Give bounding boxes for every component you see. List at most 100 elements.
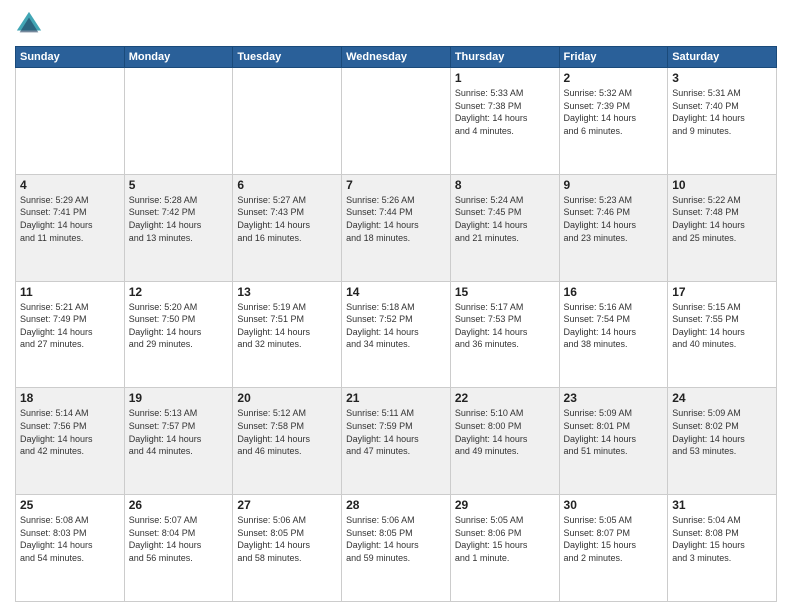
day-number: 7 <box>346 178 446 192</box>
calendar-cell: 11 Sunrise: 5:21 AM Sunset: 7:49 PM Dayli… <box>16 281 125 388</box>
day-info: Sunrise: 5:27 AM Sunset: 7:43 PM Dayligh… <box>237 194 337 244</box>
calendar-week-1: 1 Sunrise: 5:33 AM Sunset: 7:38 PM Daylig… <box>16 68 777 175</box>
calendar-cell: 20Sunrise: 5:12 AM Sunset: 7:58 PM Dayli… <box>233 388 342 495</box>
day-info: Sunrise: 5:07 AM Sunset: 8:04 PM Dayligh… <box>129 514 229 564</box>
day-info: Sunrise: 5:23 AM Sunset: 7:46 PM Dayligh… <box>564 194 664 244</box>
calendar-cell <box>124 68 233 175</box>
day-info: Sunrise: 5:20 AM Sunset: 7:50 PM Dayligh… <box>129 301 229 351</box>
calendar-week-3: 11 Sunrise: 5:21 AM Sunset: 7:49 PM Dayli… <box>16 281 777 388</box>
day-info: Sunrise: 5:12 AM Sunset: 7:58 PM Dayligh… <box>237 407 337 457</box>
calendar-header-row: SundayMondayTuesdayWednesdayThursdayFrid… <box>16 47 777 68</box>
day-number: 10 <box>672 178 772 192</box>
calendar-cell: 7 Sunrise: 5:26 AM Sunset: 7:44 PM Daylig… <box>342 174 451 281</box>
calendar-cell: 3Sunrise: 5:31 AM Sunset: 7:40 PM Daylig… <box>668 68 777 175</box>
day-number: 21 <box>346 391 446 405</box>
day-info: Sunrise: 5:13 AM Sunset: 7:57 PM Dayligh… <box>129 407 229 457</box>
day-number: 19 <box>129 391 229 405</box>
calendar-week-5: 25 Sunrise: 5:08 AM Sunset: 8:03 PM Dayli… <box>16 495 777 602</box>
day-info: Sunrise: 5:14 AM Sunset: 7:56 PM Dayligh… <box>20 407 120 457</box>
day-number: 11 <box>20 285 120 299</box>
logo <box>15 10 47 38</box>
calendar-cell: 17 Sunrise: 5:15 AM Sunset: 7:55 PM Dayli… <box>668 281 777 388</box>
day-info: Sunrise: 5:09 AM Sunset: 8:02 PM Dayligh… <box>672 407 772 457</box>
day-info: Sunrise: 5:28 AM Sunset: 7:42 PM Dayligh… <box>129 194 229 244</box>
day-info: Sunrise: 5:26 AM Sunset: 7:44 PM Dayligh… <box>346 194 446 244</box>
calendar-cell <box>233 68 342 175</box>
calendar-cell: 10 Sunrise: 5:22 AM Sunset: 7:48 PM Dayli… <box>668 174 777 281</box>
calendar-cell: 2 Sunrise: 5:32 AM Sunset: 7:39 PM Daylig… <box>559 68 668 175</box>
calendar-header-monday: Monday <box>124 47 233 68</box>
day-number: 6 <box>237 178 337 192</box>
day-number: 12 <box>129 285 229 299</box>
calendar-cell: 31 Sunrise: 5:04 AM Sunset: 8:08 PM Dayli… <box>668 495 777 602</box>
day-number: 23 <box>564 391 664 405</box>
header <box>15 10 777 38</box>
calendar-cell: 24 Sunrise: 5:09 AM Sunset: 8:02 PM Dayli… <box>668 388 777 495</box>
calendar-cell: 13 Sunrise: 5:19 AM Sunset: 7:51 PM Dayli… <box>233 281 342 388</box>
day-number: 31 <box>672 498 772 512</box>
day-info: Sunrise: 5:06 AM Sunset: 8:05 PM Dayligh… <box>346 514 446 564</box>
day-number: 28 <box>346 498 446 512</box>
calendar-cell: 23 Sunrise: 5:09 AM Sunset: 8:01 PM Dayli… <box>559 388 668 495</box>
calendar-header-thursday: Thursday <box>450 47 559 68</box>
day-number: 13 <box>237 285 337 299</box>
day-number: 15 <box>455 285 555 299</box>
day-info: Sunrise: 5:15 AM Sunset: 7:55 PM Dayligh… <box>672 301 772 351</box>
day-number: 22 <box>455 391 555 405</box>
day-info: Sunrise: 5:11 AM Sunset: 7:59 PM Dayligh… <box>346 407 446 457</box>
calendar-cell: 27Sunrise: 5:06 AM Sunset: 8:05 PM Dayli… <box>233 495 342 602</box>
day-info: Sunrise: 5:33 AM Sunset: 7:38 PM Dayligh… <box>455 87 555 137</box>
calendar-cell: 5 Sunrise: 5:28 AM Sunset: 7:42 PM Daylig… <box>124 174 233 281</box>
day-number: 30 <box>564 498 664 512</box>
day-number: 18 <box>20 391 120 405</box>
day-number: 2 <box>564 71 664 85</box>
day-number: 4 <box>20 178 120 192</box>
day-info: Sunrise: 5:32 AM Sunset: 7:39 PM Dayligh… <box>564 87 664 137</box>
day-info: Sunrise: 5:31 AM Sunset: 7:40 PM Dayligh… <box>672 87 772 137</box>
day-number: 8 <box>455 178 555 192</box>
day-info: Sunrise: 5:29 AM Sunset: 7:41 PM Dayligh… <box>20 194 120 244</box>
day-number: 1 <box>455 71 555 85</box>
day-info: Sunrise: 5:09 AM Sunset: 8:01 PM Dayligh… <box>564 407 664 457</box>
day-number: 5 <box>129 178 229 192</box>
day-info: Sunrise: 5:05 AM Sunset: 8:06 PM Dayligh… <box>455 514 555 564</box>
day-number: 17 <box>672 285 772 299</box>
calendar-cell: 25 Sunrise: 5:08 AM Sunset: 8:03 PM Dayli… <box>16 495 125 602</box>
day-info: Sunrise: 5:22 AM Sunset: 7:48 PM Dayligh… <box>672 194 772 244</box>
calendar-cell: 15 Sunrise: 5:17 AM Sunset: 7:53 PM Dayli… <box>450 281 559 388</box>
calendar-cell: 9 Sunrise: 5:23 AM Sunset: 7:46 PM Daylig… <box>559 174 668 281</box>
calendar-cell: 1 Sunrise: 5:33 AM Sunset: 7:38 PM Daylig… <box>450 68 559 175</box>
day-number: 24 <box>672 391 772 405</box>
day-number: 25 <box>20 498 120 512</box>
day-info: Sunrise: 5:21 AM Sunset: 7:49 PM Dayligh… <box>20 301 120 351</box>
day-info: Sunrise: 5:24 AM Sunset: 7:45 PM Dayligh… <box>455 194 555 244</box>
calendar-cell: 30 Sunrise: 5:05 AM Sunset: 8:07 PM Dayli… <box>559 495 668 602</box>
calendar-header-wednesday: Wednesday <box>342 47 451 68</box>
calendar-cell: 4 Sunrise: 5:29 AM Sunset: 7:41 PM Daylig… <box>16 174 125 281</box>
calendar-cell: 28 Sunrise: 5:06 AM Sunset: 8:05 PM Dayli… <box>342 495 451 602</box>
calendar-cell: 8 Sunrise: 5:24 AM Sunset: 7:45 PM Daylig… <box>450 174 559 281</box>
day-number: 9 <box>564 178 664 192</box>
day-info: Sunrise: 5:19 AM Sunset: 7:51 PM Dayligh… <box>237 301 337 351</box>
day-info: Sunrise: 5:18 AM Sunset: 7:52 PM Dayligh… <box>346 301 446 351</box>
logo-icon <box>15 10 43 38</box>
calendar-header-tuesday: Tuesday <box>233 47 342 68</box>
calendar-week-4: 18 Sunrise: 5:14 AM Sunset: 7:56 PM Dayli… <box>16 388 777 495</box>
day-info: Sunrise: 5:04 AM Sunset: 8:08 PM Dayligh… <box>672 514 772 564</box>
day-number: 26 <box>129 498 229 512</box>
day-info: Sunrise: 5:16 AM Sunset: 7:54 PM Dayligh… <box>564 301 664 351</box>
calendar-week-2: 4 Sunrise: 5:29 AM Sunset: 7:41 PM Daylig… <box>16 174 777 281</box>
calendar-header-friday: Friday <box>559 47 668 68</box>
day-info: Sunrise: 5:17 AM Sunset: 7:53 PM Dayligh… <box>455 301 555 351</box>
calendar-table: SundayMondayTuesdayWednesdayThursdayFrid… <box>15 46 777 602</box>
day-info: Sunrise: 5:08 AM Sunset: 8:03 PM Dayligh… <box>20 514 120 564</box>
day-info: Sunrise: 5:06 AM Sunset: 8:05 PM Dayligh… <box>237 514 337 564</box>
day-info: Sunrise: 5:05 AM Sunset: 8:07 PM Dayligh… <box>564 514 664 564</box>
calendar-cell: 16 Sunrise: 5:16 AM Sunset: 7:54 PM Dayli… <box>559 281 668 388</box>
day-number: 16 <box>564 285 664 299</box>
calendar-cell: 22Sunrise: 5:10 AM Sunset: 8:00 PM Dayli… <box>450 388 559 495</box>
day-number: 29 <box>455 498 555 512</box>
calendar-cell: 19 Sunrise: 5:13 AM Sunset: 7:57 PM Dayli… <box>124 388 233 495</box>
calendar-header-sunday: Sunday <box>16 47 125 68</box>
calendar-cell: 6 Sunrise: 5:27 AM Sunset: 7:43 PM Daylig… <box>233 174 342 281</box>
